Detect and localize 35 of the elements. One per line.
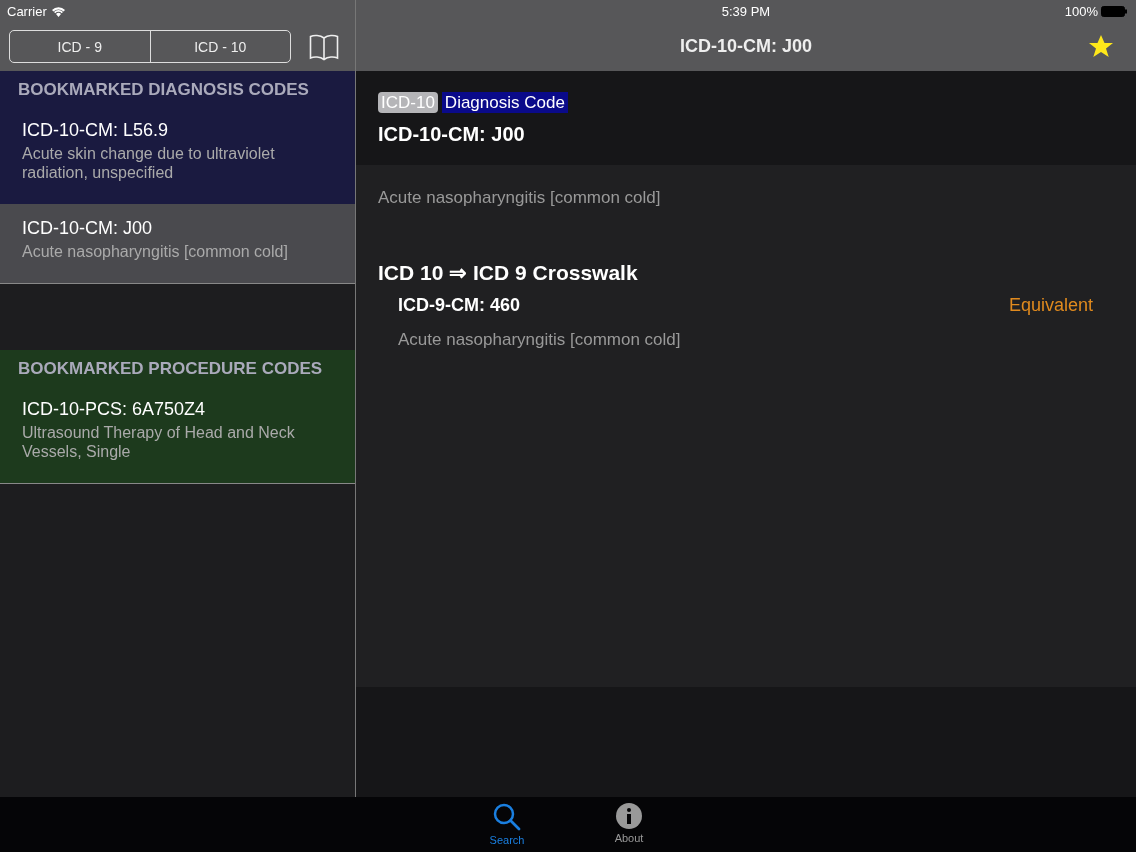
code-description: Acute nasopharyngitis [common cold] bbox=[22, 242, 289, 261]
bookmark-row[interactable]: ICD-10-CM: L56.9 Acute skin change due to ultraviolet radiation, unspecified bbox=[0, 106, 355, 204]
code-description: Acute skin change due to ultraviolet radiation, unspecified bbox=[22, 144, 276, 182]
segment-tab[interactable]: ICD - 10 bbox=[149, 31, 290, 62]
tab-label: About bbox=[614, 832, 644, 844]
code-title: ICD-10-PCS: 6A750Z4 bbox=[22, 399, 207, 420]
code-description: Acute nasopharyngitis [common cold] bbox=[378, 188, 662, 208]
segment-tab[interactable]: ICD - 9 bbox=[10, 31, 150, 62]
match-label: Equivalent bbox=[1008, 295, 1093, 316]
tab-item[interactable]: Search bbox=[476, 797, 538, 852]
time-label: 5:39 PM bbox=[721, 3, 771, 19]
battery-label: 100% bbox=[1064, 3, 1098, 19]
section-header: BOOKMARKED DIAGNOSIS CODES bbox=[17, 79, 310, 101]
code-description: Ultrasound Therapy of Head and Neck Vessels, Single bbox=[22, 423, 296, 461]
info-icon bbox=[615, 802, 643, 830]
section-header: BOOKMARKED PROCEDURE CODES bbox=[17, 358, 324, 380]
bookmark-row[interactable]: ICD-10-PCS: 6A750Z4 Ultrasound Therapy of Head and Neck Vessels, Single bbox=[0, 385, 355, 483]
tab-label: Search bbox=[489, 834, 525, 846]
bookmark-row[interactable]: ICD-10-CM: J00 Acute nasopharyngitis [common cold] bbox=[0, 204, 355, 283]
code-title: ICD-10-CM: J00 bbox=[22, 218, 154, 239]
book-icon[interactable] bbox=[309, 32, 339, 61]
tag-label: Diagnosis Code bbox=[441, 92, 568, 113]
battery-icon bbox=[1101, 5, 1128, 17]
code-title: ICD-10-CM: L56.9 bbox=[22, 120, 170, 141]
mapped-description: Acute nasopharyngitis [common cold] bbox=[398, 330, 682, 350]
nav-title: ICD-10-CM: J00 bbox=[680, 36, 812, 57]
carrier-label: Carrier bbox=[7, 3, 47, 19]
wifi-icon bbox=[50, 5, 66, 17]
crosswalk-heading: ICD 10 ⇒ ICD 9 Crosswalk bbox=[378, 261, 639, 285]
star-icon[interactable] bbox=[1088, 34, 1114, 60]
tag-label: ICD-10 bbox=[378, 92, 438, 113]
code-heading: ICD-10-CM: J00 bbox=[378, 123, 526, 146]
mapped-code: ICD-9-CM: 460 bbox=[398, 295, 521, 316]
search-icon bbox=[492, 802, 522, 832]
tab-item[interactable]: About bbox=[598, 797, 660, 852]
